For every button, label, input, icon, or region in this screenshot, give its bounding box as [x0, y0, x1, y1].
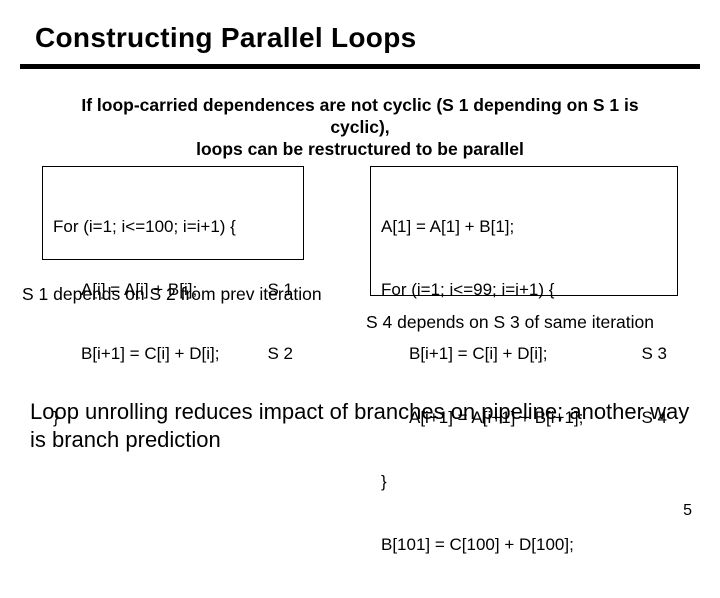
slide-title: Constructing Parallel Loops — [35, 22, 416, 54]
code-text: For (i=1; i<=100; i=i+1) { — [53, 216, 236, 237]
left-caption: S 1 depends on S 2 from prev iteration — [22, 284, 362, 305]
stmt-tag: S 2 — [253, 343, 293, 364]
intro-text: If loop-carried dependences are not cycl… — [50, 95, 670, 161]
intro-line-2: loops can be restructured to be parallel — [196, 139, 524, 159]
code-line: For (i=1; i<=100; i=i+1) { — [53, 216, 293, 237]
bottom-paragraph: Loop unrolling reduces impact of branche… — [30, 398, 690, 453]
code-text: B[101] = C[100] + D[100]; — [381, 534, 574, 555]
stmt-tag: S 3 — [627, 343, 667, 364]
indent — [381, 343, 409, 364]
code-box-original: For (i=1; i<=100; i=i+1) { A[i] = A[i] +… — [42, 166, 304, 260]
code-line: A[1] = A[1] + B[1]; — [381, 216, 667, 237]
code-line: B[101] = C[100] + D[100]; — [381, 534, 667, 555]
page-number: 5 — [683, 502, 692, 520]
intro-line-1: If loop-carried dependences are not cycl… — [81, 95, 638, 137]
code-line: B[i+1] = C[i] + D[i]; S 2 — [53, 343, 293, 364]
title-underline — [20, 64, 700, 69]
code-line: For (i=1; i<=99; i=i+1) { — [381, 279, 667, 300]
indent — [53, 343, 81, 364]
code-text: B[i+1] = C[i] + D[i]; — [81, 343, 219, 364]
code-text: For (i=1; i<=99; i=i+1) { — [381, 279, 554, 300]
code-text: B[i+1] = C[i] + D[i]; — [409, 343, 547, 364]
code-line: B[i+1] = C[i] + D[i]; S 3 — [381, 343, 667, 364]
code-line: } — [381, 471, 667, 492]
code-box-restructured: A[1] = A[1] + B[1]; For (i=1; i<=99; i=i… — [370, 166, 678, 296]
code-text: } — [381, 471, 387, 492]
slide: Constructing Parallel Loops If loop-carr… — [0, 0, 720, 540]
right-caption: S 4 depends on S 3 of same iteration — [366, 312, 706, 333]
code-text: A[1] = A[1] + B[1]; — [381, 216, 514, 237]
